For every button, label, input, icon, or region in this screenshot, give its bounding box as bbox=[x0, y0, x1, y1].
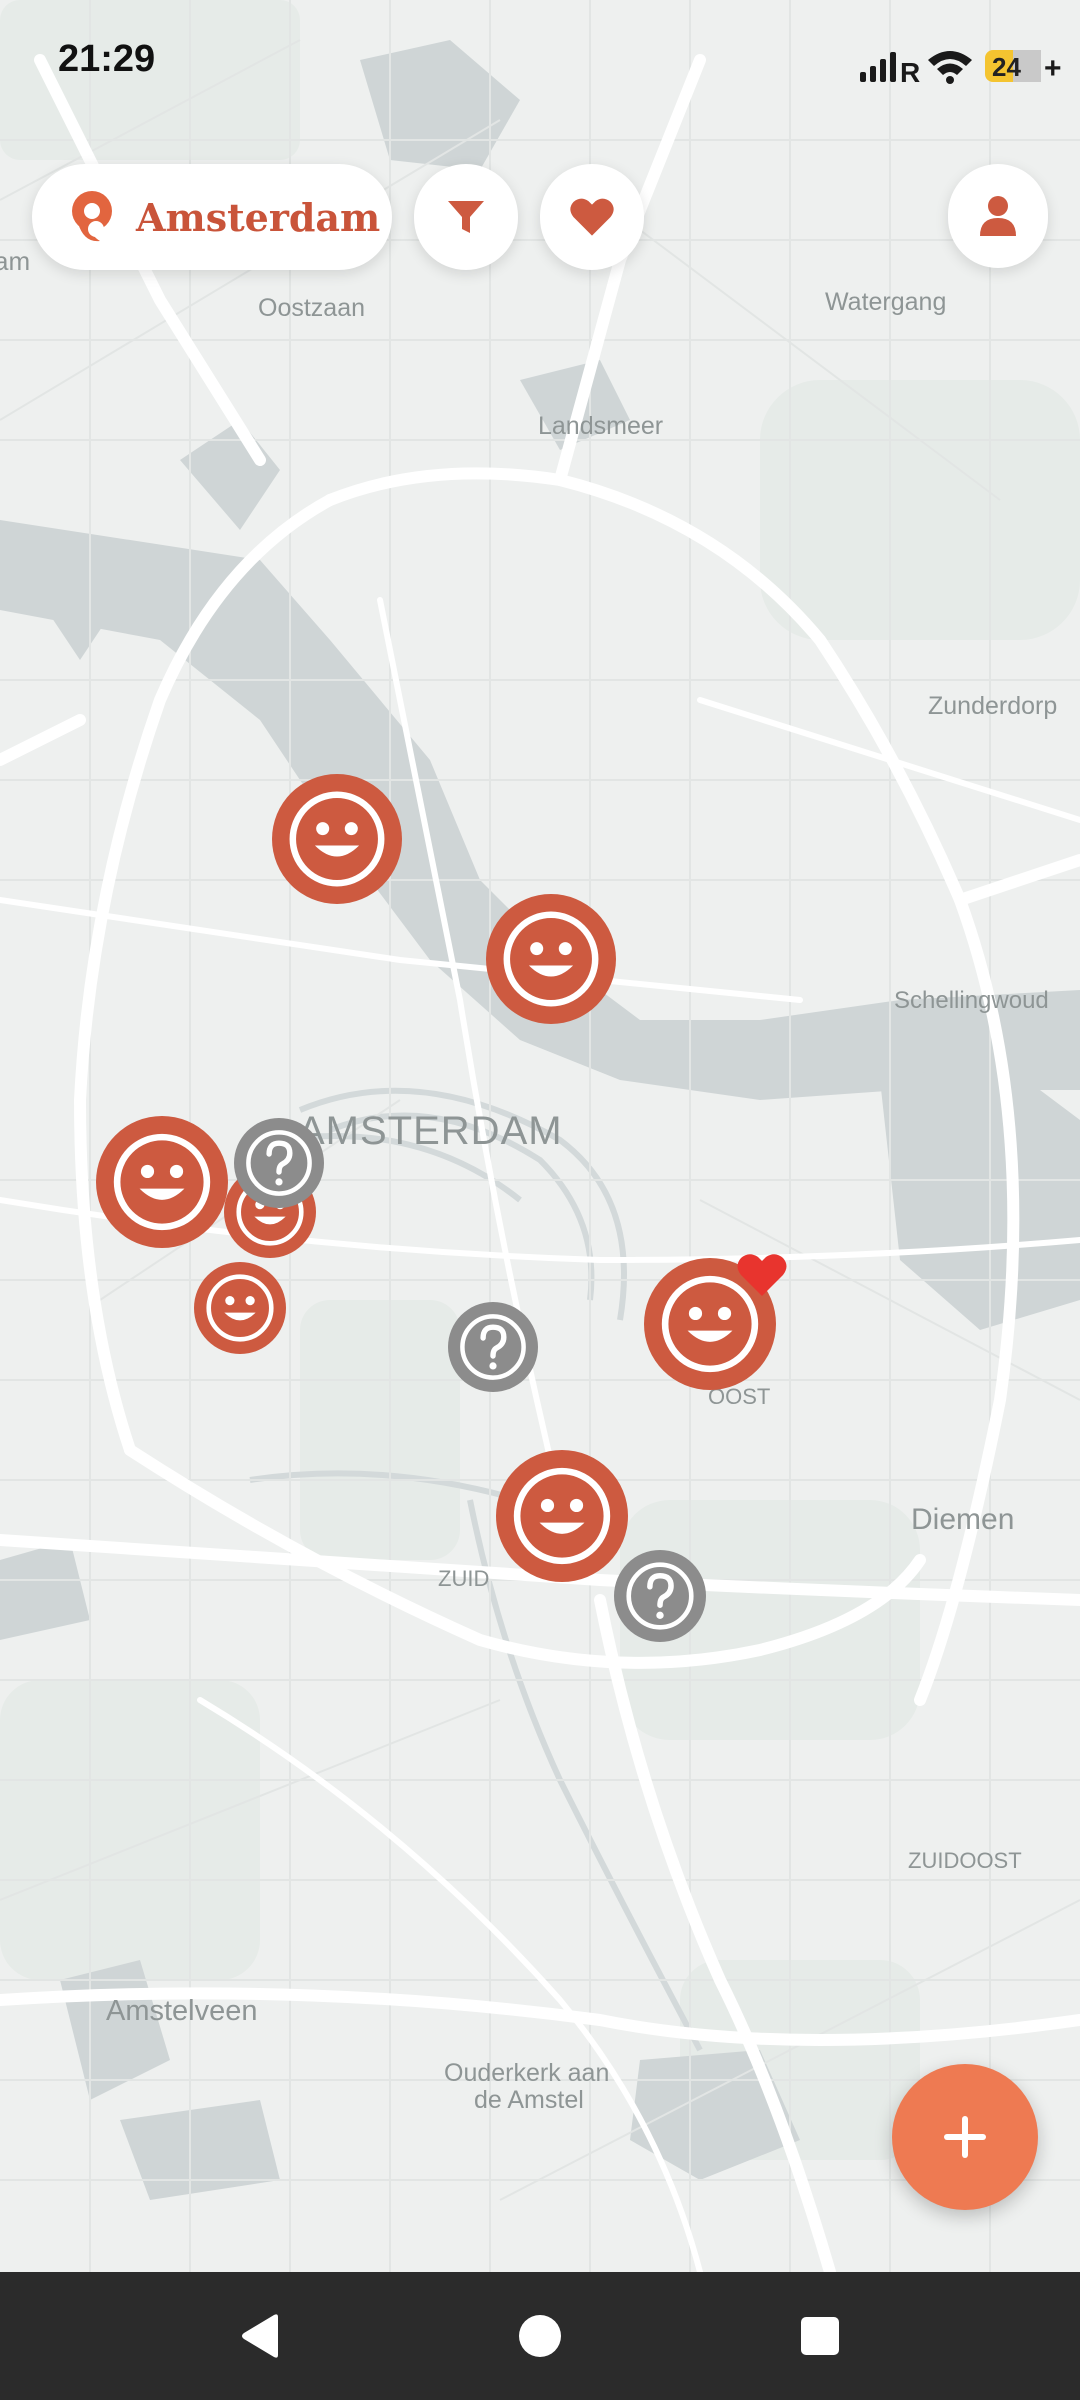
battery-charging-indicator: + bbox=[1044, 52, 1062, 85]
happy-marker[interactable] bbox=[496, 1450, 628, 1582]
unknown-marker[interactable] bbox=[234, 1118, 324, 1208]
unknown-marker[interactable] bbox=[448, 1302, 538, 1392]
map-label-landsmeer: Landsmeer bbox=[538, 412, 663, 440]
home-icon bbox=[519, 2315, 561, 2357]
map-label-zuidoost: ZUIDOOST bbox=[908, 1848, 1022, 1873]
question-icon bbox=[246, 1130, 312, 1196]
filter-button[interactable] bbox=[414, 164, 518, 270]
heart-icon bbox=[570, 198, 614, 236]
happy-marker[interactable] bbox=[194, 1262, 286, 1354]
city-name: Amsterdam bbox=[136, 194, 381, 240]
plus-icon bbox=[944, 2116, 986, 2158]
status-icons: R 24 + bbox=[860, 50, 1062, 88]
map-label-watergang: Watergang bbox=[825, 288, 946, 316]
map-label-zuid: ZUID bbox=[438, 1566, 489, 1591]
smiley-icon bbox=[513, 1467, 611, 1565]
map-label-zunderdorp: Zunderdorp bbox=[928, 692, 1057, 720]
smiley-icon bbox=[503, 911, 599, 1007]
map-label-ouderkerk-1: Ouderkerk aan bbox=[444, 2059, 609, 2087]
network-label: R bbox=[900, 57, 920, 88]
map-label-amstelveen: Amstelveen bbox=[106, 1995, 258, 2027]
map-label-diemen: Diemen bbox=[911, 1503, 1014, 1536]
map-label-amsterdam: AMSTERDAM bbox=[298, 1109, 563, 1153]
happy-marker[interactable] bbox=[272, 774, 402, 904]
user-icon bbox=[980, 196, 1016, 236]
map-label-oostzaan: Oostzaan bbox=[258, 294, 365, 322]
filter-icon bbox=[448, 201, 484, 233]
happy-marker[interactable] bbox=[486, 894, 616, 1024]
nav-recents-button[interactable] bbox=[780, 2296, 860, 2376]
smiley-icon bbox=[206, 1274, 274, 1342]
signal-icon bbox=[860, 52, 896, 82]
nav-back-button[interactable] bbox=[220, 2296, 300, 2376]
map-label-ouderkerk-2: de Amstel bbox=[474, 2086, 584, 2114]
recents-icon bbox=[801, 2317, 839, 2355]
back-icon bbox=[242, 2314, 278, 2358]
profile-button[interactable] bbox=[948, 164, 1048, 268]
city-selector-button[interactable]: Amsterdam bbox=[32, 164, 392, 270]
map-label-edge: am bbox=[0, 246, 30, 276]
unknown-marker[interactable] bbox=[614, 1550, 706, 1642]
favorites-button[interactable] bbox=[540, 164, 644, 270]
happy-marker[interactable] bbox=[96, 1116, 228, 1248]
status-time: 21:29 bbox=[58, 38, 156, 80]
app-screen: am Oostzaan Watergang Landsmeer Zunderdo… bbox=[0, 0, 1080, 2400]
favorite-heart-icon bbox=[736, 1252, 788, 1298]
map-label-schellingwoude: Schellingwoud bbox=[894, 987, 1049, 1014]
system-navigation-bar bbox=[0, 2272, 1080, 2400]
smiley-icon bbox=[289, 791, 385, 887]
smiley-icon bbox=[113, 1133, 211, 1231]
status-bar: 21:29 R 24 + bbox=[0, 0, 1080, 130]
question-icon bbox=[626, 1562, 694, 1630]
nav-home-button[interactable] bbox=[500, 2296, 580, 2376]
question-icon bbox=[460, 1314, 526, 1380]
add-button[interactable] bbox=[892, 2064, 1038, 2210]
battery-level: 24 bbox=[992, 52, 1021, 82]
location-logo-icon bbox=[72, 191, 112, 242]
wifi-icon bbox=[928, 51, 972, 84]
